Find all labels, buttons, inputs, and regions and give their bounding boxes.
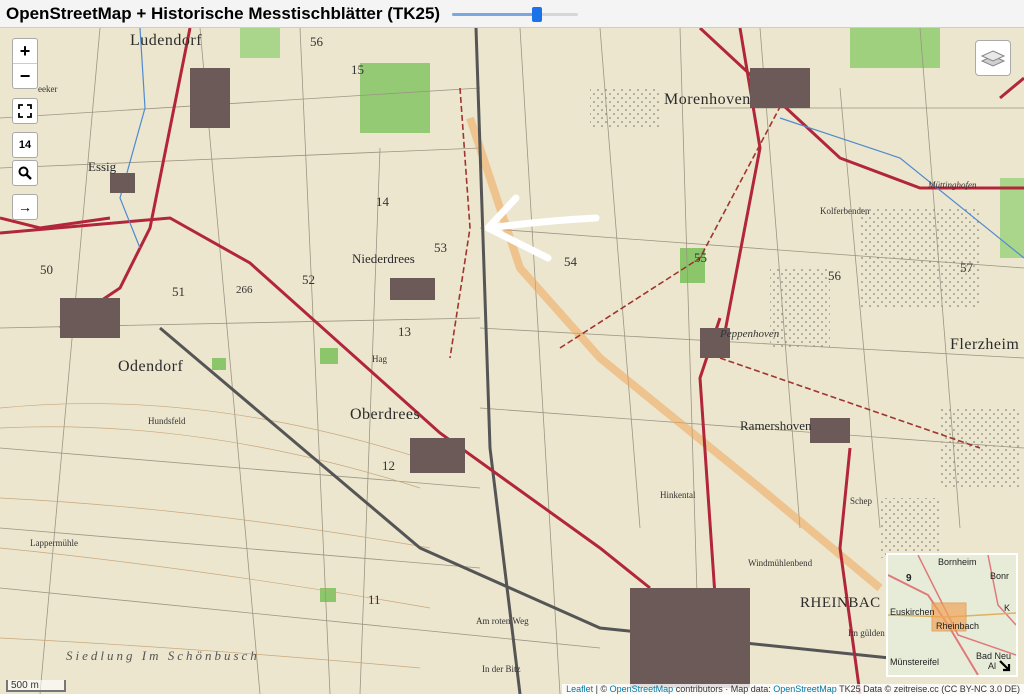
grid-number: 56 <box>828 268 841 283</box>
place-peppenhoven: Peppenhoven <box>720 328 780 340</box>
grid-number: 52 <box>302 272 315 287</box>
place-am-roten-weg: Am roten Weg <box>476 616 529 626</box>
place-odendorf: Odendorf <box>118 358 184 375</box>
minimap-toggle-icon[interactable] <box>998 659 1012 673</box>
place-in-der-bitz: In der Bitz <box>482 664 521 674</box>
fullscreen-button[interactable] <box>12 98 38 124</box>
locate-button[interactable]: → <box>12 194 38 220</box>
zoom-level-indicator: 14 <box>12 132 38 158</box>
grid-number: 15 <box>351 62 364 77</box>
page-title: OpenStreetMap + Historische Messtischblä… <box>6 4 441 23</box>
place-oberdrees: Oberdrees <box>350 406 421 423</box>
place-ramershoven: Ramershoven <box>740 418 812 433</box>
title-bar: OpenStreetMap + Historische Messtischblä… <box>0 0 1024 28</box>
opacity-slider-fill <box>452 13 536 16</box>
minimap-label-bonn: Bonr <box>990 571 1010 581</box>
minimap-label-munstereifel: Münstereifel <box>890 657 940 667</box>
fullscreen-icon <box>18 104 32 118</box>
road-number: 266 <box>236 284 253 296</box>
place-morenhoven: Morenhoven <box>664 91 751 108</box>
zoom-control: + − <box>12 38 38 89</box>
place-eeker: eeker <box>38 84 58 94</box>
opacity-slider-thumb[interactable] <box>532 7 542 22</box>
opacity-slider[interactable] <box>452 7 578 22</box>
grid-number: 57 <box>960 260 973 275</box>
osm-link[interactable]: OpenStreetMap <box>610 684 674 694</box>
grid-number: 51 <box>172 284 185 299</box>
minimap[interactable]: Bornheim Bonr 9 Euskirchen Rheinbach K M… <box>886 553 1018 677</box>
minimap-label-k: K <box>1004 603 1011 613</box>
minimap-label-bornheim: Bornheim <box>938 557 977 567</box>
grid-number: 12 <box>382 458 395 473</box>
grid-number: 55 <box>694 250 707 265</box>
place-windmuhlenbend: Windmühlenbend <box>748 558 813 568</box>
grid-number: 50 <box>40 262 53 277</box>
grid-number: 11 <box>368 592 381 607</box>
place-hundsfeld: Hundsfeld <box>148 416 186 426</box>
place-rheinbach: RHEINBAC <box>800 595 881 611</box>
minimap-label-euskirchen: Euskirchen <box>890 607 935 617</box>
leaflet-link[interactable]: Leaflet <box>566 684 593 694</box>
attribution: Leaflet | © OpenStreetMap contributors ·… <box>562 684 1024 694</box>
place-im-gulden: Im gülden <box>848 628 885 638</box>
place-hag: Hag <box>372 354 387 364</box>
grid-number: 13 <box>398 324 411 339</box>
place-lappermuhle: Lappermühle <box>30 538 78 548</box>
search-icon <box>18 166 32 180</box>
place-ludendorf: Ludendorf <box>130 32 203 49</box>
layers-button[interactable] <box>975 40 1011 76</box>
place-essig: Essig <box>88 159 117 174</box>
place-hinkental: Hinkental <box>660 490 696 500</box>
place-flerzheim: Flerzheim <box>950 336 1020 353</box>
place-schep: Schep <box>850 496 872 506</box>
minimap-road-number: 9 <box>906 573 912 584</box>
grid-number: 14 <box>376 194 389 209</box>
place-siedlung: Siedlung Im Schönbusch <box>66 648 260 663</box>
zoom-level-value: 14 <box>18 139 32 151</box>
osm-data-link[interactable]: OpenStreetMap <box>773 684 837 694</box>
grid-number: 53 <box>434 240 447 255</box>
layers-icon <box>981 50 1005 67</box>
attribution-text: | © <box>593 684 610 694</box>
zoom-out-button[interactable]: − <box>13 63 37 88</box>
map-view[interactable]: Ludendorf Essig Niederdrees Odendorf Obe… <box>0 28 1024 694</box>
place-muttinghofen: Müttinghofen <box>928 180 977 190</box>
scale-bar: 500 m <box>6 680 66 692</box>
attribution-text: contributors · Map data: <box>673 684 774 694</box>
zoom-in-button[interactable]: + <box>13 39 37 63</box>
attribution-text: TK25 Data © zeitreise.cc (CC BY-NC 3.0 D… <box>836 684 1020 694</box>
minimap-label-al: Al <box>988 661 997 671</box>
grid-number: 54 <box>564 254 577 269</box>
arrow-right-icon: → <box>18 199 32 215</box>
place-kolferbenden: Kolferbenden <box>820 206 870 216</box>
place-niederdrees: Niederdrees <box>352 251 415 266</box>
minimap-label-rheinbach: Rheinbach <box>936 621 980 631</box>
search-button[interactable] <box>12 160 38 186</box>
grid-number: 56 <box>310 34 323 49</box>
